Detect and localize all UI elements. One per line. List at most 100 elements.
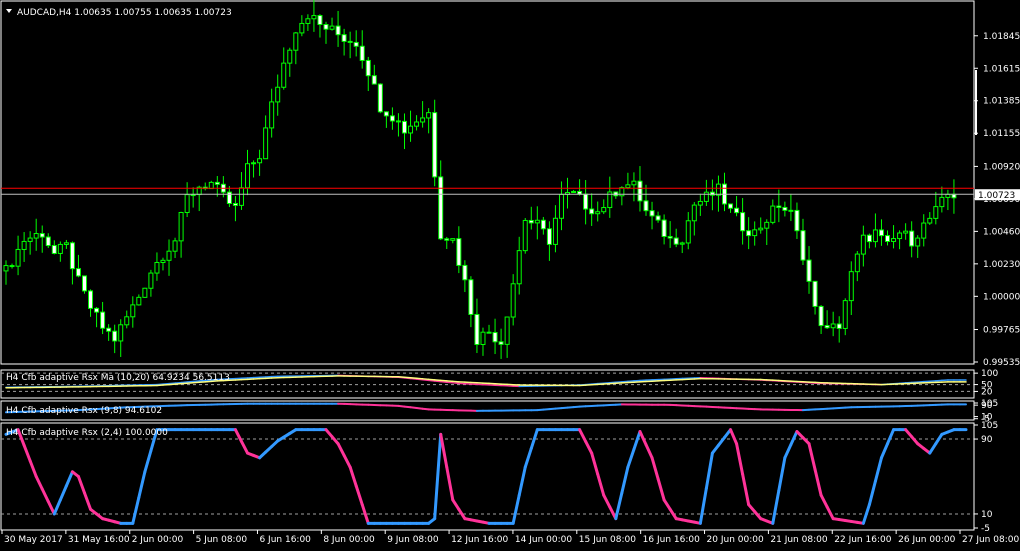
indicator-2-title: H4 Cfb adaptive Rsx (9,8) 94.6102 — [6, 406, 162, 416]
candle-body — [939, 196, 945, 208]
time-tick-label: 5 Jun 08:00 — [196, 535, 248, 545]
time-tick-label: 14 Jun 00:00 — [515, 535, 572, 545]
indicator-tick-label: 10 — [981, 510, 993, 520]
candle-body — [359, 45, 365, 61]
candle-body — [281, 62, 287, 88]
candle-body — [770, 205, 776, 223]
candle-body — [3, 265, 9, 272]
candle-body — [915, 237, 921, 247]
time-tick-label: 2 Jun 00:00 — [132, 535, 184, 545]
candle-body — [788, 209, 794, 212]
candle-body — [275, 86, 281, 103]
time-tick-label: 20 Jun 00:00 — [707, 535, 764, 545]
candle-body — [305, 18, 311, 24]
price-tick-label: 1.00920 — [983, 162, 1020, 172]
candle-body — [667, 235, 673, 239]
series-segment — [397, 376, 406, 379]
candle-body — [734, 207, 740, 214]
indicator-tick-label: -5 — [981, 524, 990, 534]
candle-body — [631, 180, 637, 186]
candle-body — [172, 240, 178, 252]
candle-body — [746, 230, 752, 237]
chart-window[interactable]: 1.018451.016151.013851.011551.009201.006… — [0, 0, 1020, 551]
candle-body — [408, 125, 414, 134]
candle-body — [184, 194, 190, 213]
candle-body — [136, 296, 142, 306]
candle-body — [426, 112, 432, 119]
price-tick-label: 1.01155 — [983, 129, 1020, 139]
candle-body — [462, 264, 468, 281]
candle-body — [933, 206, 939, 219]
series-segment — [421, 378, 430, 381]
candle-body — [130, 304, 136, 318]
candle-body — [601, 207, 607, 213]
candle-body — [758, 227, 764, 231]
candle-body — [552, 217, 558, 245]
candle-body — [504, 316, 510, 345]
candle-body — [673, 237, 679, 245]
candle-body — [438, 176, 444, 240]
candle-body — [118, 324, 124, 342]
time-tick-label: 22 Jun 16:00 — [834, 535, 891, 545]
time-tick-label: 26 Jun 00:00 — [898, 535, 955, 545]
candle-body — [534, 219, 540, 224]
time-tick-label: 27 Jun 08:00 — [962, 535, 1019, 545]
candle-body — [486, 331, 492, 334]
time-tick-label: 12 Jun 16:00 — [451, 535, 508, 545]
time-tick-label: 31 May 16:00 — [68, 535, 130, 545]
candle-body — [945, 193, 951, 198]
candle-body — [81, 275, 87, 292]
series-segment — [415, 377, 424, 380]
candle-body — [649, 210, 655, 217]
candle-body — [818, 305, 824, 327]
candle-body — [866, 234, 872, 243]
price-tick-label: 0.99765 — [983, 326, 1020, 336]
candle-body — [33, 233, 39, 239]
series-segment — [403, 376, 412, 379]
candle-body — [208, 181, 214, 190]
candle-body — [697, 200, 703, 206]
series-segment — [433, 380, 442, 383]
current-price-tag: 1.00723 — [975, 189, 1020, 201]
candle-body — [891, 238, 897, 242]
candle-body — [951, 193, 957, 199]
candle-body — [848, 271, 854, 302]
candle-body — [589, 208, 595, 215]
candle-body — [371, 75, 377, 85]
candle-body — [317, 15, 323, 25]
candle-body — [794, 209, 800, 232]
candle-body — [703, 191, 709, 202]
candle-body — [854, 253, 860, 273]
candle-body — [142, 287, 148, 298]
candle-body — [450, 238, 456, 241]
candle-body — [94, 307, 100, 313]
price-tick-label: 1.01615 — [983, 64, 1020, 74]
candle-body — [51, 245, 57, 254]
candle-body — [383, 111, 389, 117]
candle-body — [740, 212, 746, 232]
candle-body — [878, 229, 884, 237]
time-tick-label: 30 May 2017 — [4, 535, 63, 545]
price-tick-label: 1.00000 — [983, 292, 1020, 302]
indicator-tick-label: 105 — [981, 421, 998, 431]
candle-body — [341, 34, 347, 42]
candle-body — [444, 238, 450, 241]
candle-body — [238, 187, 244, 206]
indicator-tick-label: 90 — [981, 435, 993, 445]
time-tick-label: 9 Jun 08:00 — [387, 535, 439, 545]
symbol-title: AUDCAD,H4 1.00635 1.00755 1.00635 1.0072… — [17, 8, 232, 18]
candle-body — [715, 183, 721, 196]
price-tick-label: 1.01385 — [983, 97, 1020, 107]
series-segment — [446, 381, 454, 384]
candle-body — [293, 32, 299, 51]
candle-body — [691, 204, 697, 222]
candle-body — [45, 236, 51, 247]
candle-body — [806, 259, 812, 282]
candle-body — [897, 232, 903, 240]
indicator-tick-label: 100 — [981, 369, 998, 379]
indicator-1-title: H4 Cfb adaptive Rsx Ma (10,20) 64.9234 5… — [6, 373, 230, 383]
candle-body — [39, 233, 45, 238]
candle-body — [903, 230, 909, 234]
candle-body — [583, 193, 589, 210]
candle-body — [15, 248, 21, 267]
